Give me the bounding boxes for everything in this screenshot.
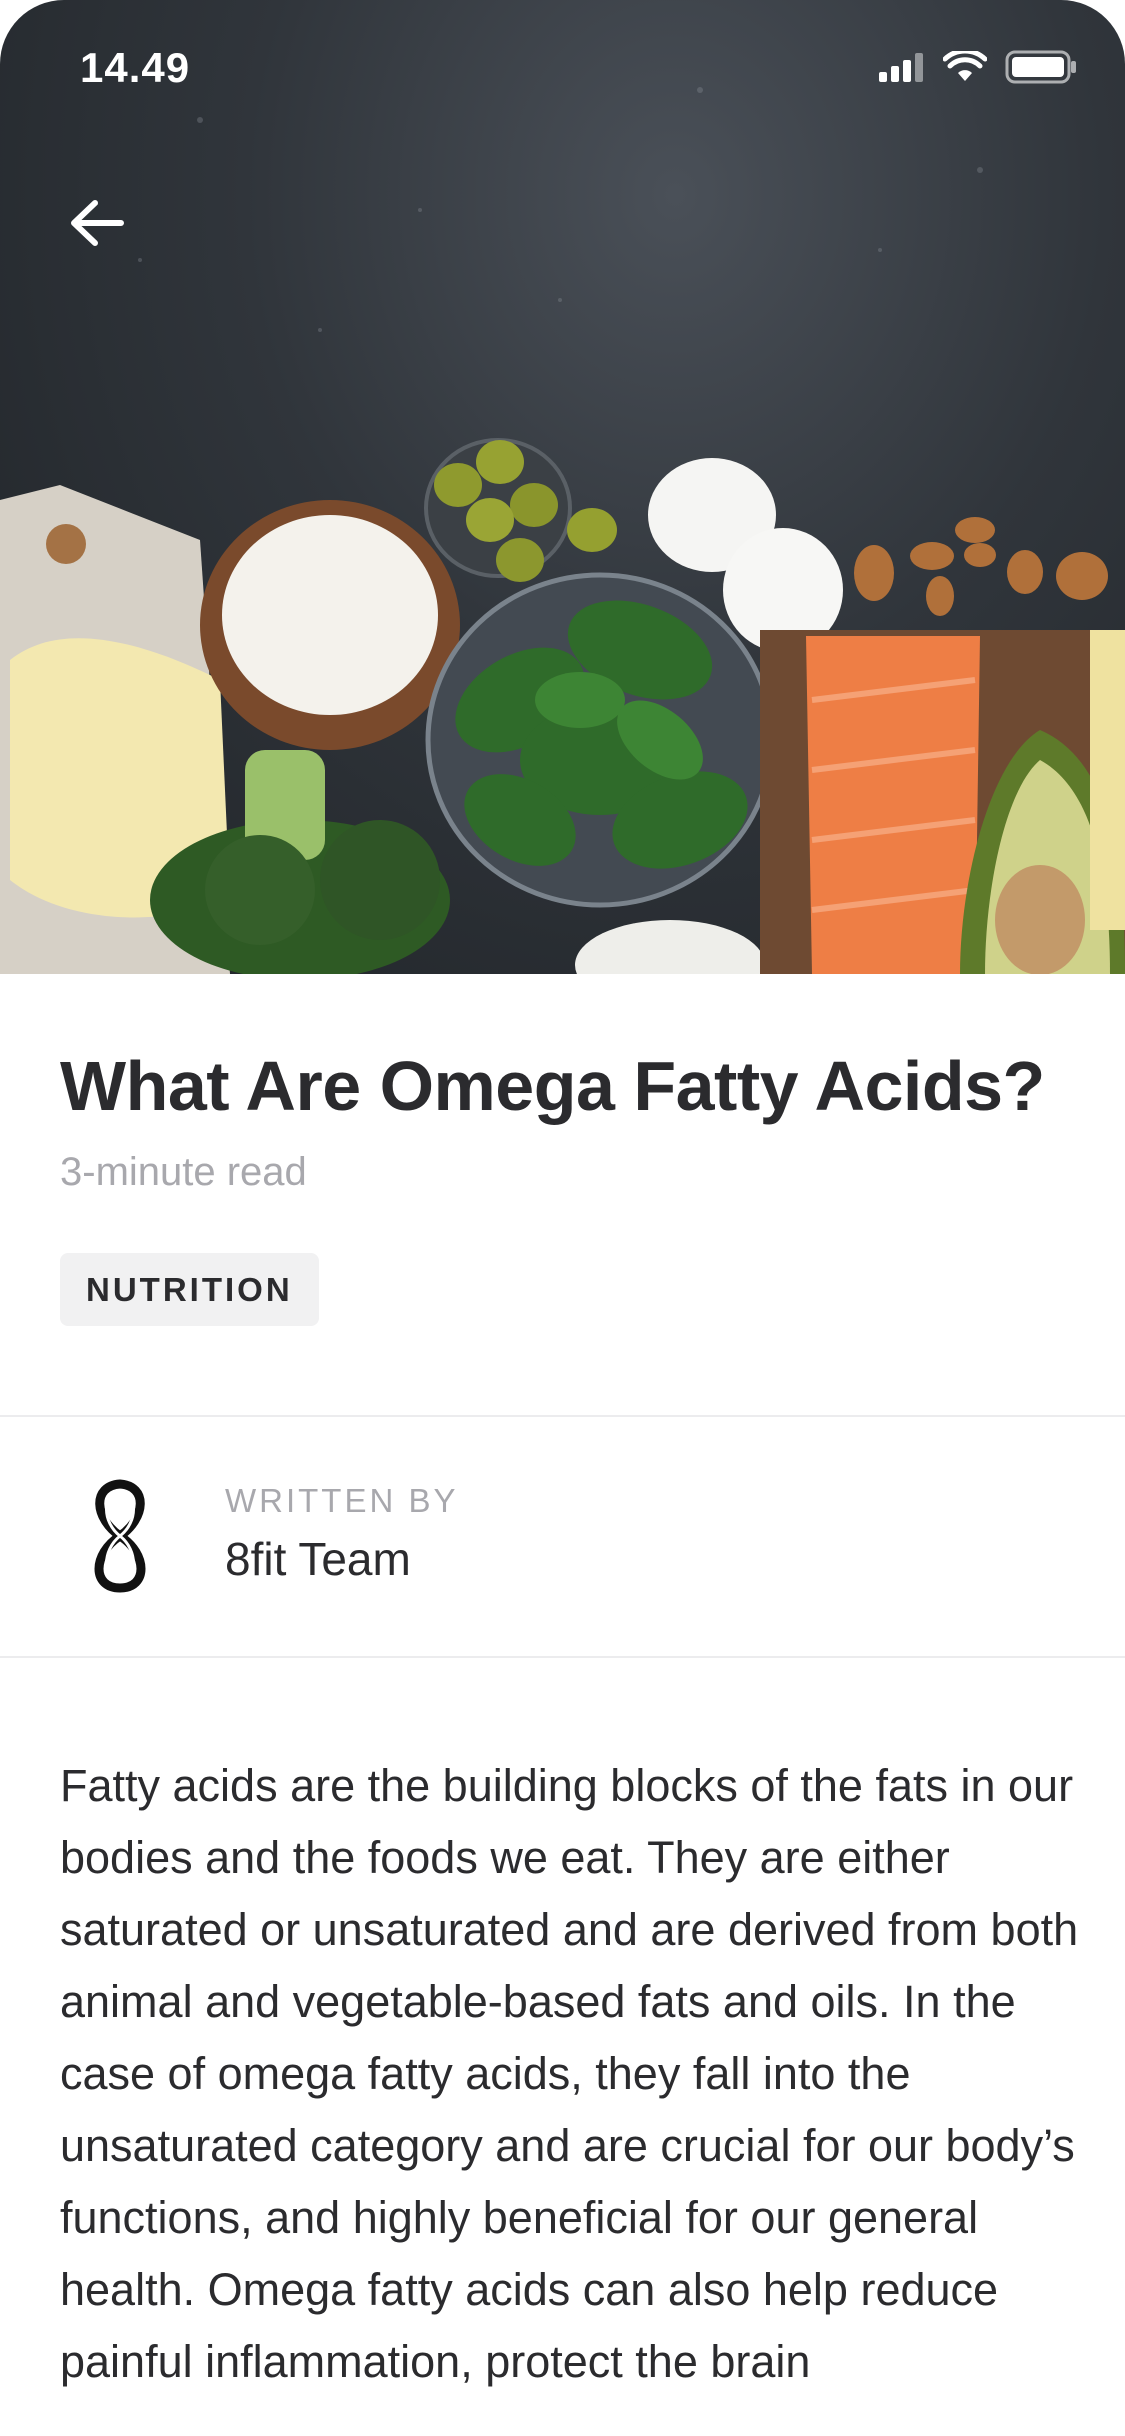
- battery-icon: [1005, 50, 1077, 89]
- status-bar: 14.49: [0, 0, 1125, 140]
- divider-top: [0, 1415, 1125, 1417]
- signal-icon: [879, 52, 925, 87]
- back-button[interactable]: [62, 190, 132, 260]
- food-illustration: [0, 87, 1125, 974]
- 8fit-logo: [84, 1478, 156, 1594]
- status-time: 14.49: [80, 44, 191, 91]
- hero-image: [0, 0, 1125, 974]
- author-label: WRITTEN BY: [225, 1482, 459, 1519]
- read-time: 3-minute read: [60, 1150, 307, 1194]
- article-body: Fatty acids are the building blocks of t…: [60, 1760, 1079, 2387]
- divider-bottom: [0, 1656, 1125, 1658]
- arrow-left-icon: [69, 198, 125, 253]
- wifi-icon: [942, 48, 988, 88]
- status-icons: [879, 48, 1077, 89]
- category-tag[interactable]: NUTRITION: [60, 1253, 319, 1326]
- author-name[interactable]: 8fit Team: [225, 1532, 411, 1586]
- article-title: What Are Omega Fatty Acids?: [60, 1047, 1045, 1125]
